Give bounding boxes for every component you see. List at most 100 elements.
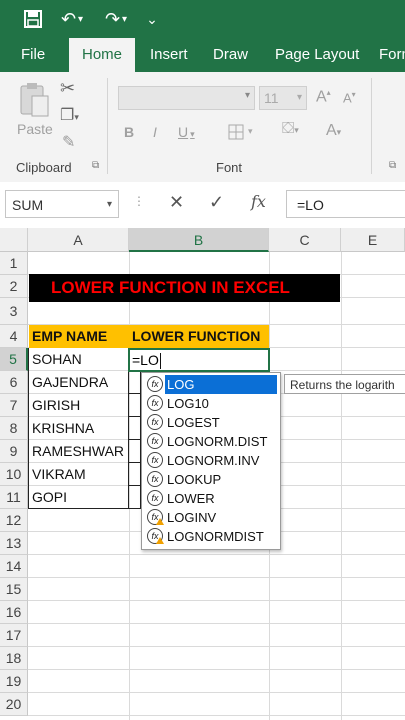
enter-icon[interactable]: ✓ (209, 192, 224, 213)
row-header[interactable]: 7 (0, 394, 28, 417)
function-icon: fx (147, 452, 163, 468)
paste-icon[interactable] (18, 82, 50, 118)
cancel-icon[interactable]: ✕ (169, 192, 184, 213)
autocomplete-item-label: LOGNORM.INV (167, 453, 260, 468)
tab-insert[interactable]: Insert (150, 38, 188, 72)
row-header[interactable]: 13 (0, 532, 28, 555)
autocomplete-item[interactable]: fx LOGINV (143, 508, 277, 527)
copy-icon[interactable]: ❐▾ (60, 105, 79, 125)
emp-name-cell[interactable]: GAJENDRA (29, 371, 129, 394)
row-header[interactable]: 6 (0, 371, 28, 394)
redo-icon[interactable]: ↷ ▾ (98, 6, 134, 32)
format-painter-icon[interactable]: ✎ (62, 132, 75, 152)
font-name-box[interactable]: ▾ (118, 86, 255, 110)
text-cursor (159, 353, 161, 370)
sheet-title-cell[interactable]: LOWER FUNCTION IN EXCEL (29, 274, 340, 302)
emp-name-cell[interactable]: RAMESHWAR (29, 440, 129, 463)
row-header[interactable]: 3 (0, 298, 28, 325)
function-autocomplete-list[interactable]: fx LOG fx LOG10 fx LOGEST fx LOGNORM.DIST fx LOGN… (141, 372, 281, 550)
function-icon: fx (147, 414, 163, 430)
lower-result-cell[interactable] (129, 417, 141, 440)
row-header[interactable]: 9 (0, 440, 28, 463)
emp-name-cell[interactable]: GOPI (29, 486, 129, 509)
lower-result-cell[interactable] (129, 394, 141, 417)
autocomplete-item-label: LOG10 (167, 396, 209, 411)
tab-draw[interactable]: Draw (213, 38, 248, 72)
tab-formulas[interactable]: Form (379, 38, 405, 72)
row-header[interactable]: 4 (0, 325, 28, 348)
autocomplete-item[interactable]: fx LOGEST (143, 413, 277, 432)
shrink-font-button[interactable]: A▾ (343, 90, 356, 105)
paste-label[interactable]: Paste (17, 121, 53, 137)
column-header-b[interactable]: B (129, 228, 269, 252)
autocomplete-item[interactable]: fx LOGNORMDIST (143, 527, 277, 546)
borders-icon[interactable]: ▾ (228, 124, 253, 145)
tab-page-layout[interactable]: Page Layout (275, 38, 359, 72)
font-group-label: Font (216, 160, 243, 175)
lower-result-cell[interactable] (129, 486, 141, 509)
save-icon[interactable] (20, 6, 46, 32)
active-cell-b5[interactable]: =LO (128, 348, 270, 372)
column-header-c[interactable]: C (269, 228, 341, 252)
row-header[interactable]: 1 (0, 252, 28, 275)
row-header[interactable]: 2 (0, 275, 28, 298)
worksheet-grid[interactable]: A B C E 1 2 3 4 5 6 7 8 9 10 11 12 13 14 15 16 17 18 19 20 … (0, 228, 405, 720)
row-header[interactable]: 16 (0, 601, 28, 624)
row-header[interactable]: 12 (0, 509, 28, 532)
font-color-button[interactable]: A▾ (326, 122, 341, 140)
undo-icon[interactable]: ↶ ▾ (54, 6, 90, 32)
autocomplete-item-label: LOGNORMDIST (167, 529, 264, 544)
autocomplete-item[interactable]: fx LOGNORM.INV (143, 451, 277, 470)
formula-input[interactable]: =LO (286, 190, 405, 218)
row-header[interactable]: 19 (0, 670, 28, 693)
row-header[interactable]: 8 (0, 417, 28, 440)
row-header[interactable]: 11 (0, 486, 28, 509)
font-launcher-icon[interactable]: ⧉ (389, 160, 396, 171)
function-icon: fx (147, 395, 163, 411)
autocomplete-item-label: LOGNORM.DIST (167, 434, 268, 449)
header-emp-name[interactable]: EMP NAME (29, 325, 129, 348)
cut-icon[interactable]: ✂ (60, 78, 75, 99)
row-header[interactable]: 14 (0, 555, 28, 578)
autocomplete-item[interactable]: fx LOG10 (143, 394, 277, 413)
row-header[interactable]: 17 (0, 624, 28, 647)
clipboard-launcher-icon[interactable]: ⧉ (92, 160, 99, 171)
name-box-dropdown-icon[interactable]: ▾ (107, 191, 112, 219)
fill-color-icon[interactable]: ⛋▾ (282, 120, 299, 138)
lower-result-cell[interactable] (129, 440, 141, 463)
header-lower-function[interactable]: LOWER FUNCTION (129, 325, 269, 348)
font-size-box[interactable]: 11 ▾ (259, 86, 307, 110)
column-header-a[interactable]: A (28, 228, 129, 252)
autocomplete-item[interactable]: fx LOG (143, 375, 277, 394)
lower-result-cell[interactable] (129, 371, 141, 394)
lower-result-cell[interactable] (129, 463, 141, 486)
font-name-dropdown-icon[interactable]: ▾ (245, 90, 250, 101)
row-header[interactable]: 20 (0, 693, 28, 716)
italic-button[interactable]: I (153, 124, 157, 140)
insert-function-icon[interactable]: fx (251, 192, 266, 211)
autocomplete-item[interactable]: fx LOOKUP (143, 470, 277, 489)
clipboard-group-label: Clipboard (16, 160, 72, 175)
emp-name-cell[interactable]: GIRISH (29, 394, 129, 417)
emp-name-cell[interactable]: SOHAN (29, 348, 129, 371)
bold-button[interactable]: B (124, 124, 134, 140)
compatibility-warning-icon (156, 518, 164, 525)
autocomplete-item[interactable]: fx LOWER (143, 489, 277, 508)
autocomplete-item-label: LOGINV (167, 510, 217, 525)
name-box[interactable]: SUM ▾ (5, 190, 119, 218)
row-header[interactable]: 18 (0, 647, 28, 670)
customize-toolbar-icon[interactable]: ⌄ (142, 6, 162, 32)
emp-name-cell[interactable]: VIKRAM (29, 463, 129, 486)
underline-button[interactable]: U ▾ (178, 124, 195, 140)
tab-home[interactable]: Home (69, 38, 135, 72)
row-header[interactable]: 5 (0, 348, 28, 371)
select-all-corner[interactable] (0, 228, 28, 252)
emp-name-cell[interactable]: KRISHNA (29, 417, 129, 440)
grow-font-button[interactable]: A▴ (316, 88, 331, 106)
tab-file[interactable]: File (21, 38, 45, 72)
row-header[interactable]: 15 (0, 578, 28, 601)
autocomplete-item-label: LOG (165, 375, 277, 394)
autocomplete-item[interactable]: fx LOGNORM.DIST (143, 432, 277, 451)
column-header-e[interactable]: E (341, 228, 405, 252)
row-header[interactable]: 10 (0, 463, 28, 486)
